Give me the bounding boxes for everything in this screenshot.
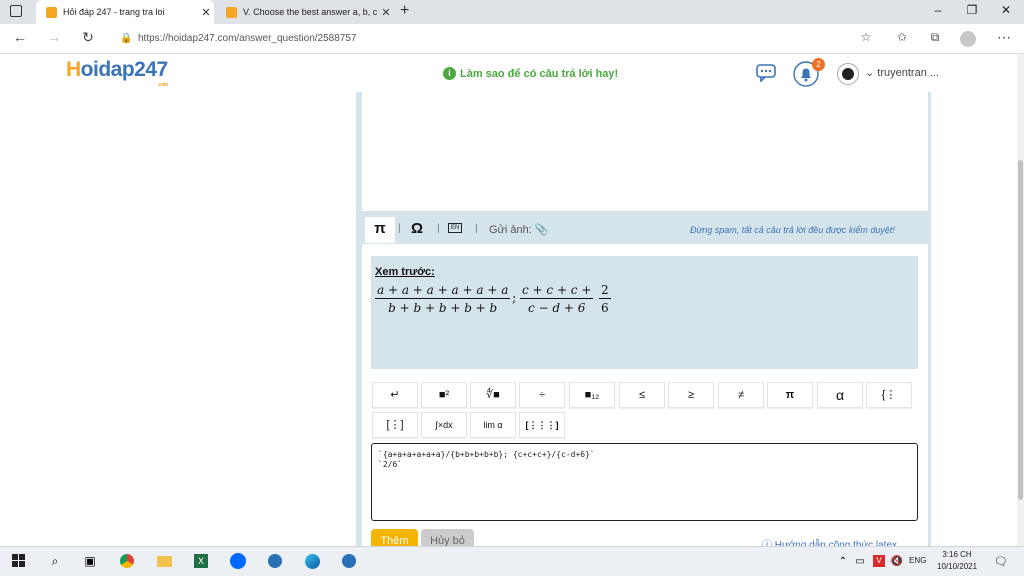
more-icon[interactable]: ⋯	[994, 29, 1014, 46]
minimize-button[interactable]: –	[926, 3, 950, 17]
close-window-button[interactable]: ✕	[994, 3, 1018, 17]
username-menu[interactable]: ⌄ truyentran ...	[865, 66, 939, 79]
math-leq-button[interactable]: ≤	[619, 382, 665, 408]
tab-close-icon[interactable]: ✕	[198, 6, 214, 19]
toolbar-separator: |	[437, 223, 440, 234]
preview-fraction-1: a + a + a + a + a + a b + b + b + b + b	[375, 283, 511, 315]
math-subscript-button[interactable]: ■₁₂	[569, 382, 615, 408]
upload-image-label[interactable]: Gửi ảnh: 📎	[489, 223, 549, 236]
latex-input[interactable]: `{a+a+a+a+a+a}/{b+b+b+b+b}; {c+c+c+}/{c-…	[371, 443, 918, 521]
preview-fraction-2: c + c + c + c − d + 6	[520, 283, 594, 315]
antivirus-icon[interactable]: V	[870, 553, 888, 569]
math-geq-button[interactable]: ≥	[668, 382, 714, 408]
maximize-button[interactable]: ❐	[960, 3, 984, 17]
math-matrix-button[interactable]: [⋮]	[372, 412, 418, 438]
collections-icon[interactable]: ⧉	[925, 30, 945, 45]
math-fraction-button[interactable]: ÷	[519, 382, 565, 408]
tab-close-icon[interactable]: ✕	[378, 6, 394, 19]
math-enter-button[interactable]: ↵	[372, 382, 418, 408]
windows-start-icon[interactable]	[12, 554, 25, 567]
tab-special-chars[interactable]: Ω	[411, 220, 423, 237]
math-grid-button[interactable]: [⋮⋮⋮]	[519, 412, 565, 438]
battery-icon[interactable]: ▭	[851, 553, 869, 569]
favorite-star-icon[interactable]: ☆	[856, 30, 876, 44]
tab-choose-answer[interactable]: V. Choose the best answer a, b, c ✕	[216, 0, 394, 24]
hoidap-favicon-icon	[46, 6, 57, 18]
avatar[interactable]	[837, 63, 859, 85]
chrome-icon[interactable]	[118, 553, 136, 569]
tab-math-symbols[interactable]: π	[365, 217, 395, 243]
spam-note: Đừng spam, tất cả câu trả lời đều được k…	[690, 225, 895, 235]
system-clock[interactable]: 3:16 CH 10/10/2021	[937, 549, 977, 573]
back-icon[interactable]: ←	[10, 29, 30, 45]
lock-icon: 🔒	[120, 33, 133, 44]
math-limit-button[interactable]: lim α	[470, 412, 516, 438]
tab-english-keyboard[interactable]: EN	[448, 223, 463, 233]
tab-actions-icon[interactable]	[10, 5, 22, 17]
math-system-button[interactable]: {⋮	[866, 382, 912, 408]
info-icon: i	[443, 67, 456, 80]
preview-label: Xem trước:	[375, 266, 435, 278]
tab-title: Hỏi đáp 247 - trang tra loi	[63, 7, 165, 17]
math-power-button[interactable]: ■²	[421, 382, 467, 408]
answer-tip-link[interactable]: i Làm sao để có câu trả lời hay!	[443, 67, 618, 80]
math-alpha-button[interactable]: α	[817, 382, 863, 408]
vpn-app-icon[interactable]	[340, 553, 358, 569]
notification-center-icon[interactable]: 🗨	[992, 553, 1010, 569]
chevron-up-icon[interactable]: ⌃	[834, 553, 852, 569]
preview-fraction-3: 2 6	[599, 283, 611, 315]
answer-text-area[interactable]	[362, 92, 928, 211]
new-tab-button[interactable]: +	[400, 2, 409, 20]
math-pi-button[interactable]: π	[767, 382, 813, 408]
url-text: https://hoidap247.com/answer_question/25…	[138, 33, 357, 44]
refresh-icon[interactable]: ↻	[78, 29, 98, 46]
search-icon[interactable]: ⌕	[46, 553, 64, 569]
chat-icon[interactable]	[756, 64, 776, 82]
profile-avatar[interactable]	[960, 31, 976, 47]
forward-icon[interactable]: →	[44, 29, 64, 45]
favorites-icon[interactable]: ✩	[892, 30, 912, 44]
preview-separator: ;	[512, 291, 517, 306]
edge-icon[interactable]	[303, 553, 321, 569]
tab-hoidap[interactable]: Hỏi đáp 247 - trang tra loi ✕	[36, 0, 214, 24]
language-indicator[interactable]: ENG	[909, 556, 926, 565]
task-view-icon[interactable]: ▣	[81, 553, 99, 569]
network-app-icon[interactable]	[266, 553, 284, 569]
toolbar-separator: |	[475, 223, 478, 234]
notification-count-badge: 2	[812, 58, 825, 71]
excel-icon[interactable]: X	[192, 553, 210, 569]
volume-mute-icon[interactable]: 🔇	[888, 553, 906, 569]
file-explorer-icon[interactable]	[155, 553, 173, 569]
zalo-icon[interactable]	[229, 553, 247, 569]
toolbar-separator: |	[398, 223, 401, 234]
math-root-button[interactable]: ∜■	[470, 382, 516, 408]
scrollbar-thumb[interactable]	[1018, 160, 1023, 500]
hoidap-favicon-icon	[226, 6, 237, 18]
site-logo[interactable]: Hoidap247 .com	[66, 58, 168, 88]
math-neq-button[interactable]: ≠	[718, 382, 764, 408]
url-input[interactable]: 🔒 https://hoidap247.com/answer_question/…	[112, 28, 882, 50]
tab-title: V. Choose the best answer a, b, c	[243, 7, 378, 17]
math-integral-button[interactable]: ∫×dx	[421, 412, 467, 438]
paperclip-icon[interactable]: 📎	[535, 224, 549, 236]
chevron-down-icon: ⌄	[865, 67, 878, 79]
